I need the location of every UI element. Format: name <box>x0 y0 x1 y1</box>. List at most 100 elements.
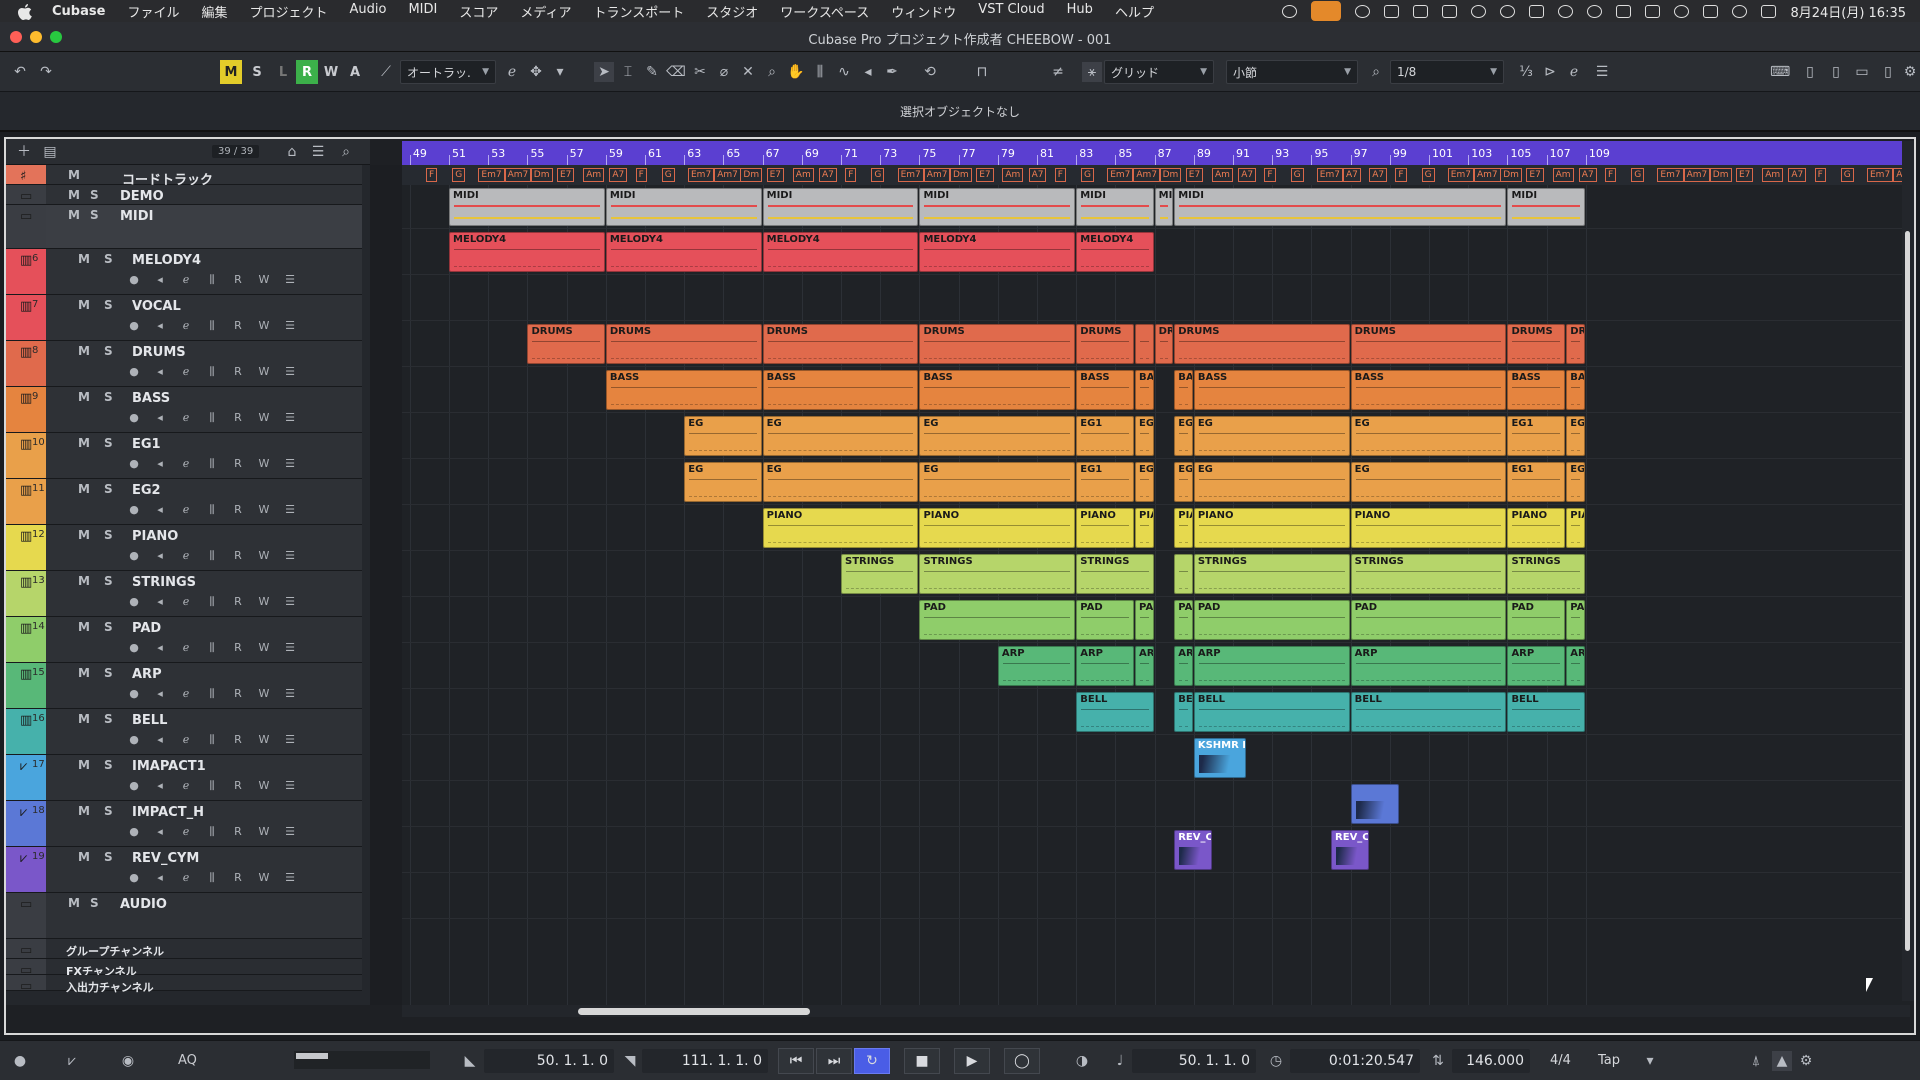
play-tool-icon[interactable]: ◂ <box>858 62 878 82</box>
midi-part[interactable]: MELODY4 <box>1076 232 1154 272</box>
write-button[interactable]: W <box>256 779 272 793</box>
chord-event[interactable]: Dm <box>1709 168 1732 182</box>
mute-button[interactable]: M <box>78 804 90 818</box>
midi-part[interactable]: EG <box>919 416 1076 456</box>
track-name[interactable]: EG1 <box>132 437 161 452</box>
scroll-thumb[interactable] <box>1905 231 1910 951</box>
lanes-icon[interactable]: ⫼ <box>204 273 220 287</box>
nudge-icon[interactable]: ⟲ <box>920 62 940 82</box>
midi-part[interactable]: EG <box>1174 416 1193 456</box>
time-signature[interactable]: 4/4 <box>1550 1053 1571 1068</box>
solo-button[interactable]: S <box>104 436 113 450</box>
track-header[interactable]: ▥ 6 M S MELODY4 ● ◂ ℯ ⫼ R W ☰ <box>6 249 362 295</box>
midi-part[interactable]: PIANO <box>762 508 919 548</box>
lanes-icon[interactable]: ⫼ <box>204 595 220 609</box>
glue-tool-icon[interactable]: ⌀ <box>714 62 734 82</box>
menu-item[interactable]: スタジオ <box>706 2 758 21</box>
track-header[interactable]: ▥ 13 M S STRINGS ● ◂ ℯ ⫼ R W ☰ <box>6 571 362 617</box>
monitor-icon[interactable]: ◂ <box>152 273 168 287</box>
write-button[interactable]: W <box>256 411 272 425</box>
settings-icon[interactable]: ⚙ <box>1900 62 1920 82</box>
solo-button[interactable]: S <box>104 574 113 588</box>
midi-part[interactable]: PIANO <box>919 508 1076 548</box>
automation-a-button[interactable]: A <box>344 60 366 84</box>
info-icon[interactable] <box>1355 4 1371 18</box>
record-status-icon[interactable] <box>1282 4 1298 18</box>
screen-record-icon[interactable] <box>1384 4 1400 18</box>
chord-event[interactable]: Am7 <box>714 168 741 182</box>
midi-part[interactable]: PIA <box>1174 508 1193 548</box>
tempo-icon[interactable]: ⇅ <box>1428 1051 1448 1071</box>
midi-part[interactable]: DRUMS <box>1076 324 1135 364</box>
solo-button[interactable]: S <box>104 620 113 634</box>
track-name[interactable]: 入出力チャンネル <box>66 979 154 995</box>
write-button[interactable]: W <box>256 733 272 747</box>
edit-instrument-icon[interactable]: ℯ <box>178 641 194 655</box>
chord-event[interactable]: G <box>1081 168 1094 182</box>
chord-event[interactable]: F <box>1814 168 1826 182</box>
chord-event[interactable]: Em7 <box>1316 168 1343 182</box>
record-mode-icon[interactable]: ● <box>10 1051 30 1071</box>
lanes-icon[interactable]: ⫼ <box>204 549 220 563</box>
edit-instrument-icon[interactable]: ℯ <box>178 411 194 425</box>
midi-part[interactable]: PAD <box>1193 600 1350 640</box>
read-button[interactable]: R <box>230 825 246 839</box>
lanes-icon[interactable]: ⫼ <box>204 871 220 885</box>
mute-button[interactable]: M <box>78 344 90 358</box>
track-header[interactable]: ▥ 10 M S EG1 ● ◂ ℯ ⫼ R W ☰ <box>6 433 362 479</box>
object-select-tool-icon[interactable]: ➤ <box>594 62 614 82</box>
read-button[interactable]: R <box>230 549 246 563</box>
midi-part[interactable]: EG1 <box>1076 416 1135 456</box>
monitor-icon[interactable]: ◂ <box>152 687 168 701</box>
track-header[interactable]: ▭ FXチャンネル <box>6 959 362 978</box>
audio-event[interactable]: REV_CY <box>1174 830 1213 870</box>
monitor-icon[interactable]: ◂ <box>152 503 168 517</box>
track-name[interactable]: DRUMS <box>132 345 186 360</box>
edit-instrument-icon[interactable]: ℯ <box>178 733 194 747</box>
read-button[interactable]: R <box>230 687 246 701</box>
midi-part[interactable]: MIDI <box>605 188 762 226</box>
record-enable-icon[interactable]: ● <box>126 779 142 793</box>
play-button[interactable]: ▶ <box>954 1048 990 1074</box>
chord-event[interactable]: Am <box>1212 168 1233 182</box>
inserts-icon[interactable]: ☰ <box>282 273 298 287</box>
inserts-icon[interactable]: ☰ <box>282 595 298 609</box>
inserts-icon[interactable]: ☰ <box>282 779 298 793</box>
chord-event[interactable]: Dm <box>530 168 553 182</box>
midi-part[interactable]: EG1 <box>1566 416 1585 456</box>
midi-part[interactable]: ARP <box>1507 646 1566 686</box>
tempo-field[interactable]: 146.000 <box>1452 1049 1530 1073</box>
chord-event[interactable]: A7 <box>1343 168 1361 182</box>
menu-item[interactable]: Audio <box>349 2 386 21</box>
edit-instrument-icon[interactable]: ℯ <box>178 273 194 287</box>
track-header[interactable]: ▭ M S AUDIO <box>6 893 362 939</box>
grid-type-select[interactable]: 小節 ▼ <box>1226 60 1358 84</box>
solo-button[interactable]: S <box>90 896 99 910</box>
midi-part[interactable]: PAI <box>1135 600 1154 640</box>
edit-instrument-icon[interactable]: ℯ <box>178 687 194 701</box>
menu-item[interactable]: ウィンドウ <box>891 2 956 21</box>
mute-button[interactable]: M <box>78 252 90 266</box>
midi-part[interactable]: PIANO <box>1193 508 1350 548</box>
track-name[interactable]: MIDI <box>120 209 153 224</box>
track-header[interactable]: ▥ 11 M S EG2 ● ◂ ℯ ⫼ R W ☰ <box>6 479 362 525</box>
track-name[interactable]: AUDIO <box>120 897 167 912</box>
midi-part[interactable]: ARI <box>1566 646 1585 686</box>
track-header[interactable]: ▥ 14 M S PAD ● ◂ ℯ ⫼ R W ☰ <box>6 617 362 663</box>
midi-part[interactable]: STRINGS <box>1076 554 1154 594</box>
menu-app[interactable]: Cubase <box>52 4 105 19</box>
track-header[interactable]: ▥ 16 M S BELL ● ◂ ℯ ⫼ R W ☰ <box>6 709 362 755</box>
midi-part[interactable]: STRINGS <box>1507 554 1585 594</box>
folder-icon[interactable]: ▤ <box>40 142 60 162</box>
control-center-icon[interactable] <box>1761 4 1777 18</box>
erase-tool-icon[interactable]: ⌫ <box>666 62 686 82</box>
chord-event[interactable]: Dm <box>1500 168 1522 182</box>
midi-part[interactable]: MELODY4 <box>762 232 919 272</box>
track-name[interactable]: グループチャンネル <box>66 943 164 959</box>
midi-part[interactable]: DRI <box>1566 324 1585 364</box>
monitor-icon[interactable]: ◂ <box>152 457 168 471</box>
midi-part[interactable]: BASS <box>1507 370 1566 410</box>
track-name[interactable]: IMPACT_H <box>132 805 204 820</box>
midi-part[interactable]: MIDI <box>1507 188 1585 226</box>
midi-part[interactable]: EG1 <box>1566 462 1585 502</box>
